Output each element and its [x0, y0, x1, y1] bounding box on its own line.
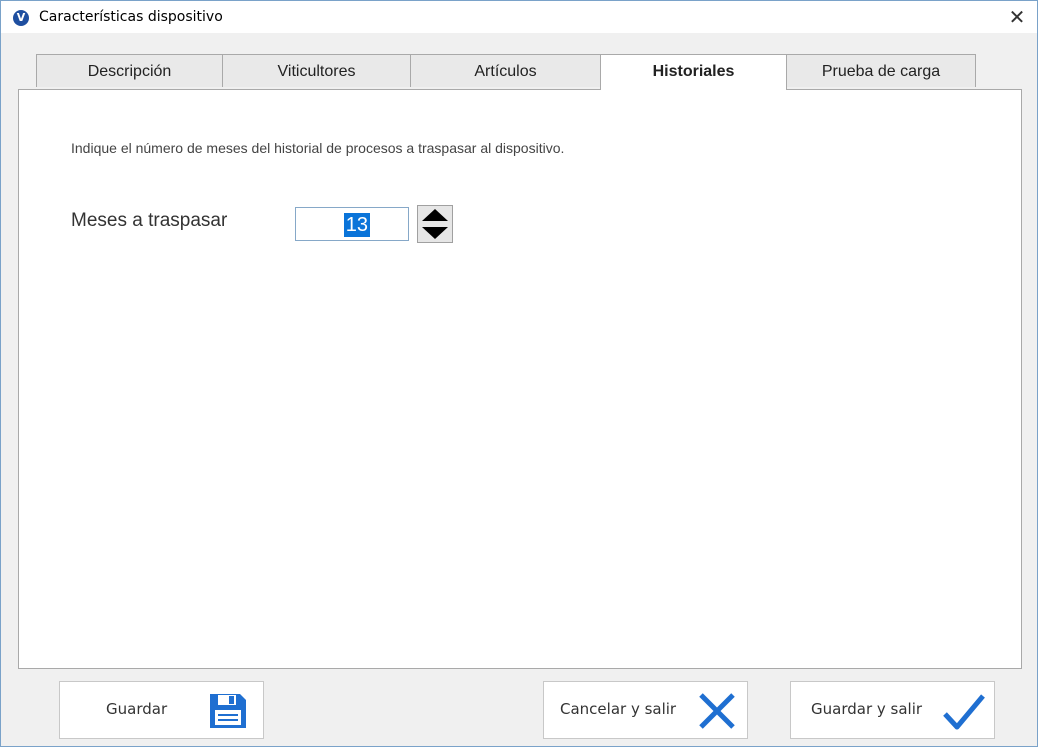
guardar-button[interactable]: Guardar [59, 681, 264, 739]
meses-input[interactable]: 13 [295, 207, 409, 241]
guardar-salir-button[interactable]: Guardar y salir [790, 681, 995, 739]
meses-label: Meses a traspasar [71, 210, 228, 231]
floppy-disk-icon [210, 694, 246, 728]
guardar-label: Guardar [106, 700, 168, 718]
tab-historiales[interactable]: Historiales [600, 54, 787, 90]
instruction-text: Indique el número de meses del historial… [71, 140, 565, 156]
x-icon [699, 693, 735, 729]
guardar-salir-label: Guardar y salir [811, 700, 923, 718]
cancelar-salir-button[interactable]: Cancelar y salir [543, 681, 748, 739]
tab-prueba-de-carga[interactable]: Prueba de carga [786, 54, 976, 87]
checkmark-icon [943, 694, 985, 730]
historiales-panel: Indique el número de meses del historial… [18, 89, 1022, 669]
arrow-up-icon[interactable] [418, 206, 452, 224]
tab-descripcion[interactable]: Descripción [36, 54, 223, 87]
close-icon[interactable]: ✕ [1003, 3, 1031, 31]
tab-articulos[interactable]: Artículos [410, 54, 601, 87]
cancelar-salir-label: Cancelar y salir [560, 700, 677, 718]
title-bar: V Características dispositivo ✕ [1, 1, 1037, 33]
arrow-down-icon[interactable] [418, 224, 452, 242]
app-logo-icon: V [13, 10, 29, 26]
meses-value: 13 [343, 213, 370, 237]
window-title: Características dispositivo [39, 9, 223, 25]
meses-stepper[interactable] [417, 205, 453, 243]
dialog-window: V Características dispositivo ✕ Descripc… [0, 0, 1038, 747]
tab-viticultores[interactable]: Viticultores [222, 54, 411, 87]
